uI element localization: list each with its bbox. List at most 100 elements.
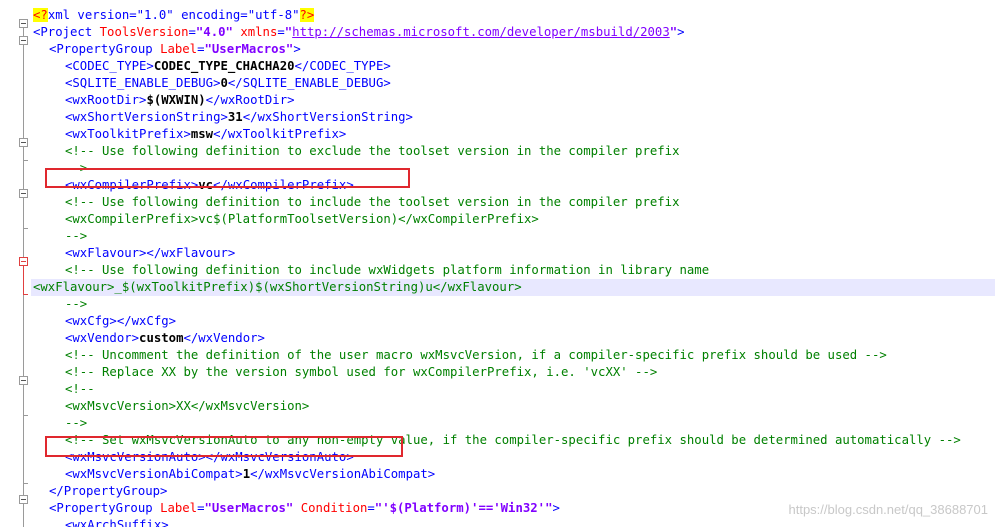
code-line[interactable]: <!--	[33, 381, 995, 398]
token-attr: Label	[160, 42, 198, 56]
code-line[interactable]: <!-- Use following definition to include…	[33, 262, 995, 279]
code-line[interactable]: <SQLITE_ENABLE_DEBUG>0</SQLITE_ENABLE_DE…	[33, 75, 995, 92]
highlight-box-msvc-version-auto	[45, 436, 403, 457]
token-attr: xmlns	[240, 25, 278, 39]
fold-toggle-comment-active[interactable]	[19, 257, 28, 266]
fold-toggle-propertygroup[interactable]	[19, 495, 28, 504]
token-cmt: <wxCompilerPrefix>vc$(PlatformToolsetVer…	[65, 212, 539, 226]
token-tag: >	[552, 501, 560, 515]
token-tag: <wxToolkitPrefix>	[65, 127, 191, 141]
token-attr: ToolsVersion	[99, 25, 189, 39]
code-line[interactable]: <wxVendor>custom</wxVendor>	[33, 330, 995, 347]
token-url[interactable]: http://schemas.microsoft.com/developer/m…	[292, 25, 670, 39]
code-line[interactable]: <wxShortVersionString>31</wxShortVersion…	[33, 109, 995, 126]
token-cmt: <!--	[65, 382, 95, 396]
token-txt: $(WXWIN)	[146, 93, 206, 107]
fold-end-marker	[23, 228, 28, 229]
code-line[interactable]: -->	[33, 415, 995, 432]
token-tag: <PropertyGroup	[49, 501, 161, 515]
code-line[interactable]: <!-- Replace XX by the version symbol us…	[33, 364, 995, 381]
token-tag: </CODEC_TYPE>	[294, 59, 391, 73]
code-line[interactable]: <wxFlavour></wxFlavour>	[33, 245, 995, 262]
highlight-box-compiler-prefix	[45, 168, 410, 188]
token-tag: </wxShortVersionString>	[242, 110, 413, 124]
token-tag: </wxVendor>	[183, 331, 265, 345]
token-tag: <wxShortVersionString>	[65, 110, 228, 124]
fold-end-marker-active	[23, 294, 28, 295]
token-cmt: -->	[65, 416, 88, 430]
token-tag: =	[277, 25, 285, 39]
fold-toggle-comment[interactable]	[19, 189, 28, 198]
token-cmt: -->	[65, 229, 88, 243]
token-pi: ?>	[299, 8, 315, 22]
code-line[interactable]: <!-- Use following definition to exclude…	[33, 143, 995, 160]
token-cmt: <wxFlavour>_$(wxToolkitPrefix)$(wxShortV…	[33, 280, 522, 294]
fold-end-marker	[23, 160, 28, 161]
token-cmt: <!-- Use following definition to include…	[65, 195, 680, 209]
code-line[interactable]: -->	[33, 228, 995, 245]
fold-toggle-project[interactable]	[19, 19, 28, 28]
token-tag: <wxFlavour></wxFlavour>	[65, 246, 236, 260]
token-tag: >	[677, 25, 685, 39]
token-tag: </SQLITE_ENABLE_DEBUG>	[227, 76, 391, 90]
code-line[interactable]: <wxMsvcVersion>XX</wxMsvcVersion>	[33, 398, 995, 415]
token-tag: </wxToolkitPrefix>	[213, 127, 347, 141]
token-tag: </wxRootDir>	[205, 93, 295, 107]
token-cmt: <!-- Use following definition to exclude…	[65, 144, 680, 158]
token-attr: Label	[160, 501, 198, 515]
fold-gutter	[0, 0, 31, 527]
token-tag: </wxMsvcVersionAbiCompat>	[250, 467, 436, 481]
token-tag: =	[367, 501, 375, 515]
code-line[interactable]: <PropertyGroup Label="UserMacros">	[33, 41, 995, 58]
token-val: "UserMacros"	[204, 42, 294, 56]
token-tag: <wxArchSuffix>	[65, 518, 169, 527]
code-line[interactable]: <Project ToolsVersion="4.0" xmlns="http:…	[33, 24, 995, 41]
code-line[interactable]: -->	[33, 296, 995, 313]
token-txt: custom	[139, 331, 184, 345]
token-tag: xml version="1.0" encoding="utf-8"	[47, 8, 300, 22]
token-tag: <wxRootDir>	[65, 93, 147, 107]
watermark: https://blog.csdn.net/qq_38688701	[788, 502, 989, 517]
token-val: "4.0"	[195, 25, 233, 39]
fold-toggle-propertygroup[interactable]	[19, 36, 28, 45]
fold-guide-active	[23, 266, 24, 294]
fold-end-marker	[23, 483, 28, 484]
token-cmt: <!-- Use following definition to include…	[65, 263, 710, 277]
token-txt: msw	[190, 127, 214, 141]
fold-end-marker	[23, 415, 28, 416]
token-val: "UserMacros"	[204, 501, 294, 515]
token-cmt: -->	[65, 297, 88, 311]
token-tag: >	[293, 42, 301, 56]
token-txt: 1	[242, 467, 251, 481]
token-val: "'$(Platform)'=='Win32'"	[374, 501, 553, 515]
token-tag: <SQLITE_ENABLE_DEBUG>	[65, 76, 221, 90]
code-line[interactable]: <!-- Use following definition to include…	[33, 194, 995, 211]
fold-toggle-comment[interactable]	[19, 376, 28, 385]
code-line[interactable]: <?xml version="1.0" encoding="utf-8"?>	[33, 7, 995, 24]
code-line[interactable]: <CODEC_TYPE>CODEC_TYPE_CHACHA20</CODEC_T…	[33, 58, 995, 75]
token-txt: 0	[220, 76, 228, 90]
code-line[interactable]: </PropertyGroup>	[33, 483, 995, 500]
code-line[interactable]: <wxCompilerPrefix>vc$(PlatformToolsetVer…	[33, 211, 995, 228]
code-line-current[interactable]: <wxFlavour>_$(wxToolkitPrefix)$(wxShortV…	[31, 279, 995, 296]
token-pi: <?	[33, 8, 48, 22]
token-txt: 31	[227, 110, 243, 124]
token-cmt: <wxMsvcVersion>XX</wxMsvcVersion>	[65, 399, 310, 413]
token-tag: <Project	[33, 25, 100, 39]
fold-toggle-comment[interactable]	[19, 138, 28, 147]
token-tag: =	[188, 25, 196, 39]
code-line[interactable]: <wxCfg></wxCfg>	[33, 313, 995, 330]
token-tag: =	[197, 42, 205, 56]
code-line[interactable]: <!-- Uncomment the definition of the use…	[33, 347, 995, 364]
code-line[interactable]: <wxToolkitPrefix>msw</wxToolkitPrefix>	[33, 126, 995, 143]
code-line[interactable]: <wxArchSuffix>	[33, 517, 995, 527]
token-tag	[293, 501, 300, 515]
token-cmt: <!-- Replace XX by the version symbol us…	[65, 365, 658, 379]
xml-editor[interactable]: <?xml version="1.0" encoding="utf-8"?> <P…	[0, 0, 995, 527]
token-tag: <PropertyGroup	[49, 42, 161, 56]
code-line[interactable]: <wxMsvcVersionAbiCompat>1</wxMsvcVersion…	[33, 466, 995, 483]
token-tag: <wxVendor>	[65, 331, 140, 345]
code-line[interactable]: <wxRootDir>$(WXWIN)</wxRootDir>	[33, 92, 995, 109]
token-txt: CODEC_TYPE_CHACHA20	[153, 59, 295, 73]
token-cmt: <!-- Uncomment the definition of the use…	[65, 348, 887, 362]
